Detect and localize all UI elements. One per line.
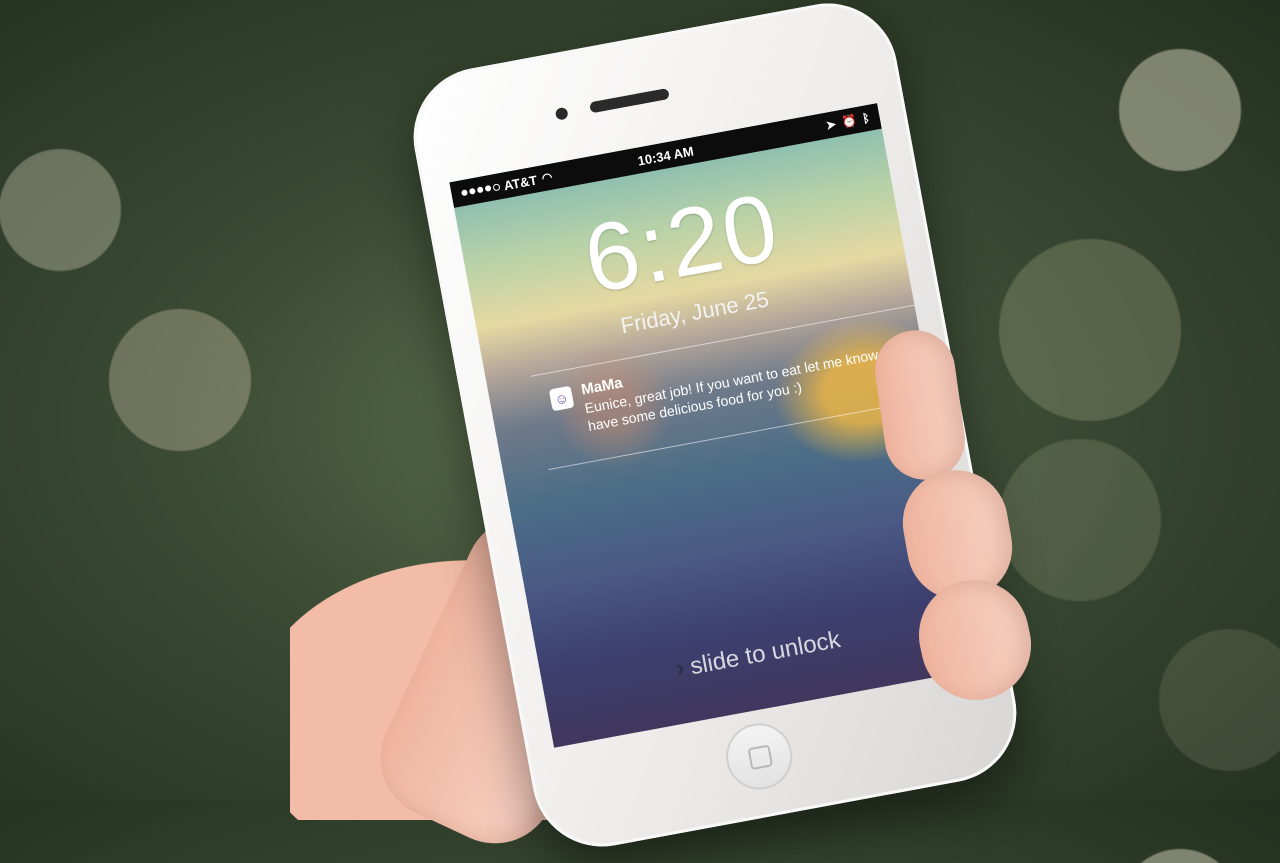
- slide-to-unlock[interactable]: ›slide to unlock: [541, 599, 974, 709]
- notification-message: Eunice, great job! If you want to eat le…: [583, 344, 891, 435]
- home-square-icon: [747, 744, 774, 771]
- chevron-right-icon: ›: [673, 651, 688, 683]
- sender-avatar-icon: ☺: [548, 385, 575, 412]
- earpiece-speaker: [589, 87, 670, 114]
- home-button[interactable]: [720, 718, 798, 795]
- slide-label: slide to unlock: [688, 626, 843, 681]
- front-camera: [554, 106, 569, 121]
